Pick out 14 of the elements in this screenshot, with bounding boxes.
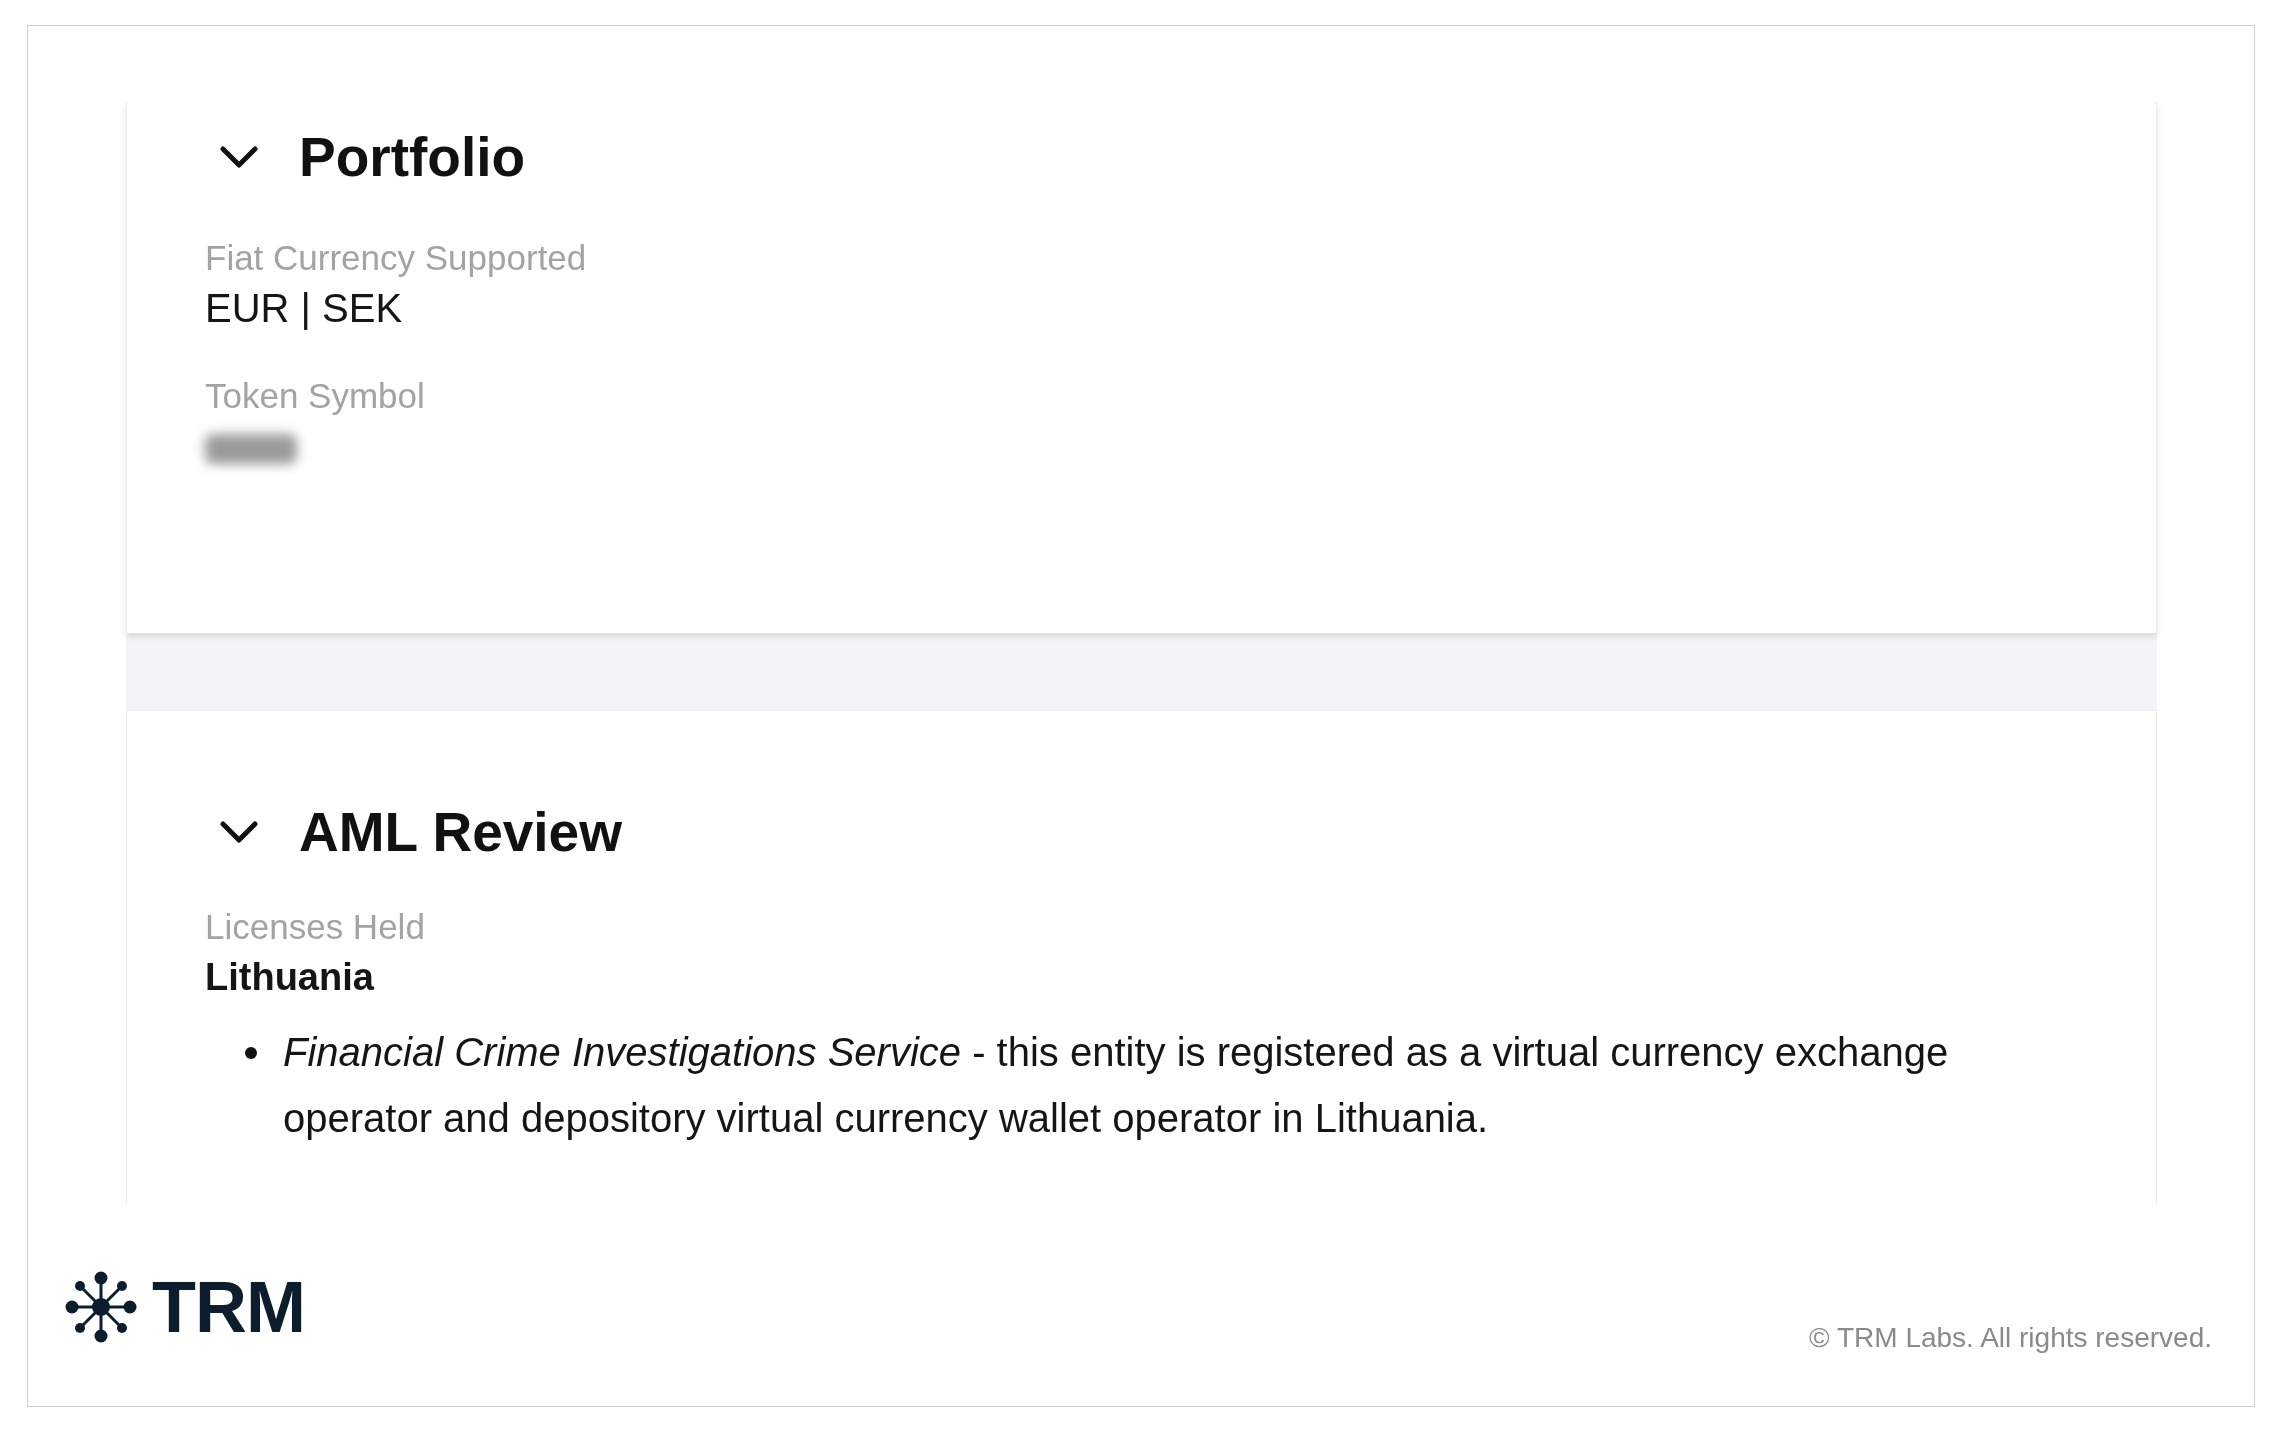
field-label: Token Symbol bbox=[205, 375, 426, 417]
logo-icon bbox=[64, 1270, 138, 1344]
field-value: EUR | SEK bbox=[205, 285, 404, 332]
field-label: Licenses Held bbox=[205, 906, 426, 948]
bullet-dot bbox=[245, 1047, 257, 1059]
chevron-icon[interactable] bbox=[219, 145, 259, 169]
chevron-icon[interactable] bbox=[219, 820, 259, 844]
copyright-text: © TRM Labs. All rights reserved. bbox=[1809, 1322, 2212, 1354]
section-title[interactable]: AML Review bbox=[299, 800, 622, 864]
bullet-text: Financial Crime Investigations Service - this entity is registered as a virtual currency exchange operator and depository virtual currency wallet operator in Lithuania. bbox=[283, 1029, 1950, 1142]
field-label: Fiat Currency Supported bbox=[205, 237, 588, 279]
field-value: Lithuania bbox=[205, 955, 375, 1000]
section-title[interactable]: Portfolio bbox=[299, 125, 526, 189]
logo-text: TRM bbox=[152, 1271, 305, 1343]
